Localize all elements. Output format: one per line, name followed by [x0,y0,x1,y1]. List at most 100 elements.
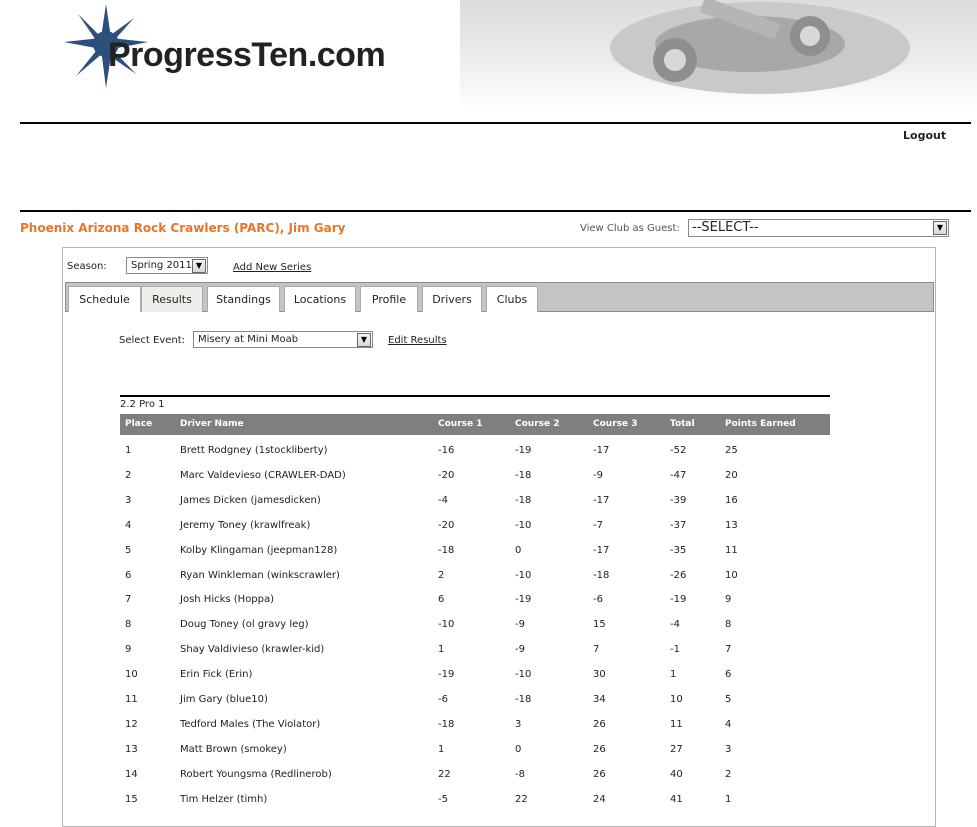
cell-points-earned: 1 [725,793,732,805]
cell-course-2: -18 [515,694,532,705]
add-new-series-link[interactable]: Add New Series [233,262,311,273]
cell-course-3: -17 [593,544,610,556]
cell-place: 11 [125,694,138,705]
cell-course-2: 0 [515,544,522,556]
tab-standings[interactable]: Standings [207,286,280,312]
cell-driver-name: Matt Brown (smokey) [180,743,287,755]
cell-place: 13 [125,743,138,755]
cell-driver-name: James Dicken (jamesdicken) [180,494,321,506]
cell-place: 10 [125,669,138,681]
cell-total: -35 [670,544,687,556]
cell-place: 2 [125,469,132,481]
cell-course-2: -9 [515,619,525,631]
cell-course-2: -19 [515,594,532,606]
results-table-header: Place Driver Name Course 1 Course 2 Cour… [120,414,830,435]
view-guest-label: View Club as Guest: [580,223,680,234]
cell-course-2: -19 [515,445,532,456]
cell-course-1: 2 [438,569,445,581]
cell-driver-name: Kolby Klingaman (jeepman128) [180,544,338,556]
table-row: 10 Erin Fick (Erin) -19 -10 30 1 6 [120,661,830,686]
cell-course-3: 30 [593,669,606,681]
cell-driver-name: Tedford Males (The Violator) [180,718,321,730]
chevron-down-icon[interactable]: ▼ [933,221,947,235]
cell-driver-name: Marc Valdevieso (CRAWLER-DAD) [180,469,346,481]
cell-course-3: -7 [593,519,603,531]
cell-driver-name: Erin Fick (Erin) [180,669,253,681]
logout-link[interactable]: Logout [903,129,946,142]
cell-course-3: 26 [593,743,606,755]
event-select[interactable]: Misery at Mini Moab ▼ [193,331,373,348]
view-guest-select[interactable]: --SELECT-- ▼ [688,219,949,237]
cell-points-earned: 5 [725,694,732,705]
edit-results-link[interactable]: Edit Results [388,335,447,346]
column-header-course-1: Course 1 [438,419,483,429]
site-logo-text[interactable]: ProgressTen.com [108,36,386,75]
tab-schedule[interactable]: Schedule [68,286,141,312]
tab-clubs[interactable]: Clubs [486,286,538,312]
cell-points-earned: 2 [725,768,732,780]
cell-course-1: -4 [438,494,448,506]
tab-profile[interactable]: Profile [360,286,418,312]
cell-driver-name: Doug Toney (ol gravy leg) [180,619,309,631]
table-row: 5 Kolby Klingaman (jeepman128) -18 0 -17 -35 1… [120,537,830,562]
tab-bar: Schedule Results Standings Locations Pro… [65,282,934,312]
cell-driver-name: Brett Rodgney (1stockliberty) [180,445,328,456]
cell-place: 4 [125,519,132,531]
cell-total: 27 [670,743,683,755]
cell-course-2: -10 [515,569,532,581]
table-row: 4 Jeremy Toney (krawlfreak) -20 -10 -7 -37 13 [120,512,830,537]
cell-course-2: -10 [515,669,532,681]
cell-course-3: -17 [593,445,610,456]
table-row: 3 James Dicken (jamesdicken) -4 -18 -17 -39 16 [120,487,830,512]
chevron-down-icon[interactable]: ▼ [192,259,206,273]
cell-points-earned: 8 [725,619,732,631]
cell-total: 11 [670,718,683,730]
cell-course-1: -20 [438,469,455,481]
column-header-place: Place [125,419,153,429]
chevron-down-icon[interactable]: ▼ [357,333,371,347]
cell-total: -4 [670,619,680,631]
cell-course-3: -17 [593,494,610,506]
cell-course-2: 0 [515,743,522,755]
cell-course-1: 6 [438,594,445,606]
cell-place: 1 [125,445,132,456]
cell-course-3: 24 [593,793,606,805]
cell-total: -47 [670,469,687,481]
column-header-points-earned: Points Earned [725,419,796,429]
cell-course-1: -20 [438,519,455,531]
cell-course-1: -5 [438,793,448,805]
cell-course-3: -6 [593,594,603,606]
cell-points-earned: 9 [725,594,732,606]
cell-course-2: -18 [515,469,532,481]
cell-total: -1 [670,644,680,656]
cell-course-3: 7 [593,644,600,656]
cell-points-earned: 16 [725,494,738,506]
cell-course-2: 22 [515,793,528,805]
cell-total: 40 [670,768,683,780]
cell-points-earned: 3 [725,743,732,755]
tab-locations[interactable]: Locations [284,286,356,312]
header-divider [20,122,971,124]
club-title: Phoenix Arizona Rock Crawlers (PARC), Ji… [20,221,346,235]
season-label: Season: [67,261,107,272]
cell-place: 6 [125,569,132,581]
cell-place: 15 [125,793,138,805]
tab-results[interactable]: Results [141,286,203,312]
cell-driver-name: Robert Youngsma (Redlinerob) [180,768,332,780]
tab-drivers[interactable]: Drivers [422,286,482,312]
header-banner-image [460,0,977,108]
cell-total: -19 [670,594,687,606]
cell-course-2: -10 [515,519,532,531]
table-row: 2 Marc Valdevieso (CRAWLER-DAD) -20 -18 -9 -4… [120,462,830,487]
class-name: 2.2 Pro 1 [120,399,165,410]
season-select[interactable]: Spring 2011 ▼ [126,257,208,274]
cell-place: 7 [125,594,132,606]
cell-place: 9 [125,644,132,656]
site-header: ProgressTen.com [0,0,977,112]
cell-points-earned: 20 [725,469,738,481]
cell-course-2: -18 [515,494,532,506]
event-selected-value: Misery at Mini Moab [198,334,299,345]
table-row: 14 Robert Youngsma (Redlinerob) 22 -8 26 40 2 [120,761,830,786]
table-row: 7 Josh Hicks (Hoppa) 6 -19 -6 -19 9 [120,586,830,611]
cell-total: 41 [670,793,683,805]
